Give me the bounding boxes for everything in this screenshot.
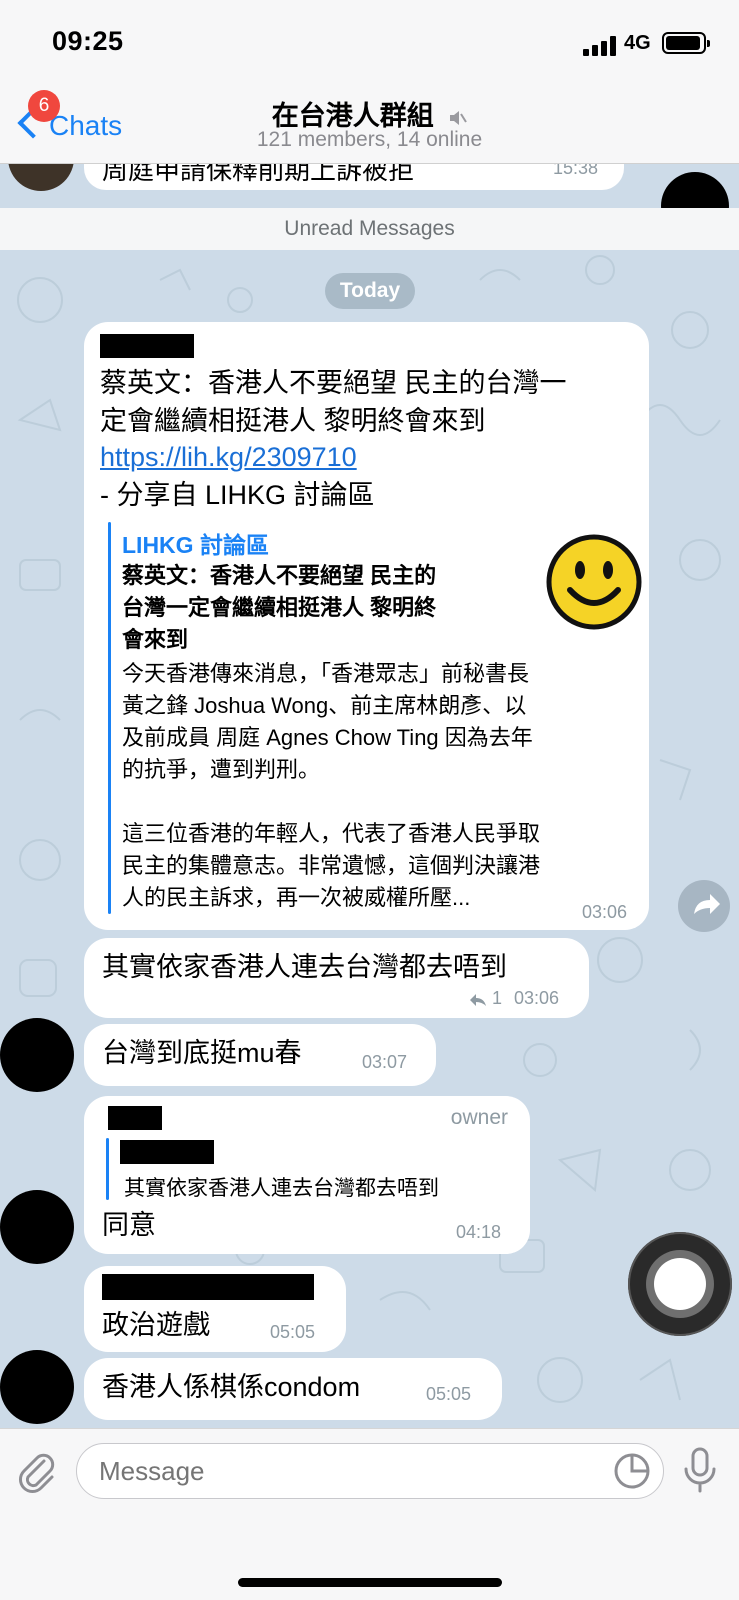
redacted-sender	[108, 1106, 162, 1130]
link-preview-bar	[108, 522, 111, 914]
status-time: 09:25	[52, 26, 124, 56]
date-pill: Today	[325, 273, 415, 309]
reply-quote-text[interactable]: 其實依家香港人連去台灣都去唔到	[124, 1172, 439, 1202]
message-text: 政治遊戲	[102, 1310, 210, 1340]
message-bubble[interactable]: 政治遊戲 05:05	[84, 1266, 346, 1352]
reply-quote-bar	[106, 1138, 109, 1200]
message-input[interactable]	[76, 1443, 664, 1499]
message-bubble[interactable]: owner 其實依家香港人連去台灣都去唔到 同意 04:18	[84, 1096, 530, 1254]
message-time: 03:06	[514, 988, 560, 1008]
reply-icon	[470, 994, 486, 1006]
message-bubble[interactable]: 其實依家香港人連去台灣都去唔到 1 03:06	[84, 938, 589, 1018]
message-time: 03:07	[362, 1052, 408, 1072]
message-link[interactable]: https://lih.kg/2309710	[100, 438, 357, 476]
message-time: 05:05	[270, 1322, 316, 1342]
chat-title-text: 在台港人群組	[271, 101, 434, 131]
message-text: 其實依家香港人連去台灣都去唔到	[102, 952, 507, 982]
message-text-suffix: - 分享自 LIHKG 討論區	[100, 480, 375, 510]
redacted-sender	[102, 1274, 314, 1300]
home-indicator[interactable]	[238, 1578, 502, 1587]
sticker-icon[interactable]	[612, 1451, 652, 1491]
sender-avatar[interactable]	[0, 1018, 74, 1092]
message-text: 同意	[102, 1210, 156, 1240]
sender-avatar[interactable]	[0, 1190, 74, 1264]
message-text: 香港人係棋係condom	[102, 1372, 361, 1402]
unread-separator: Unread Messages	[0, 208, 739, 250]
microphone-icon[interactable]	[680, 1445, 720, 1497]
message-text: 蔡英文：香港人不要絕望 民主的台灣一 定會繼續相挺港人 黎明終會來到	[100, 368, 567, 436]
message-time: 04:18	[456, 1222, 502, 1242]
input-bar	[0, 1428, 739, 1600]
attachment-icon[interactable]	[14, 1449, 60, 1495]
link-preview-title[interactable]: 蔡英文：香港人不要絕望 民主的 台灣一定會繼續相挺港人 黎明終 會來到	[122, 560, 522, 656]
message-text: 台灣到底挺mu春	[102, 1038, 302, 1068]
battery-icon	[662, 32, 710, 54]
owner-badge: owner	[450, 1106, 508, 1129]
redacted-sender	[100, 334, 194, 358]
message-bubble[interactable]: 香港人係棋係condom 05:05	[84, 1358, 502, 1420]
reply-count: 1	[492, 988, 503, 1008]
smiley-icon	[546, 534, 642, 630]
message-time: 03:06	[581, 902, 627, 922]
forward-icon	[694, 894, 720, 914]
muted-icon	[450, 110, 468, 125]
chat-subtitle: 121 members, 14 online	[256, 128, 483, 151]
sender-avatar[interactable]	[0, 1350, 74, 1424]
status-bar: 09:25 4G	[0, 0, 739, 80]
signal-icon	[583, 36, 617, 56]
assistive-touch-button[interactable]	[628, 1232, 732, 1336]
redacted-quoted-sender	[120, 1140, 214, 1164]
forward-button[interactable]	[678, 880, 730, 932]
link-preview-description[interactable]: 今天香港傳來消息，「香港眾志」前秘書長 黃之鋒 Joshua Wong、前主席林…	[122, 658, 642, 914]
network-type: 4G	[624, 32, 651, 54]
link-preview-site[interactable]: LIHKG 討論區	[122, 526, 269, 560]
message-bubble[interactable]: 台灣到底挺mu春 03:07	[84, 1024, 436, 1086]
message-time: 05:05	[426, 1384, 472, 1404]
